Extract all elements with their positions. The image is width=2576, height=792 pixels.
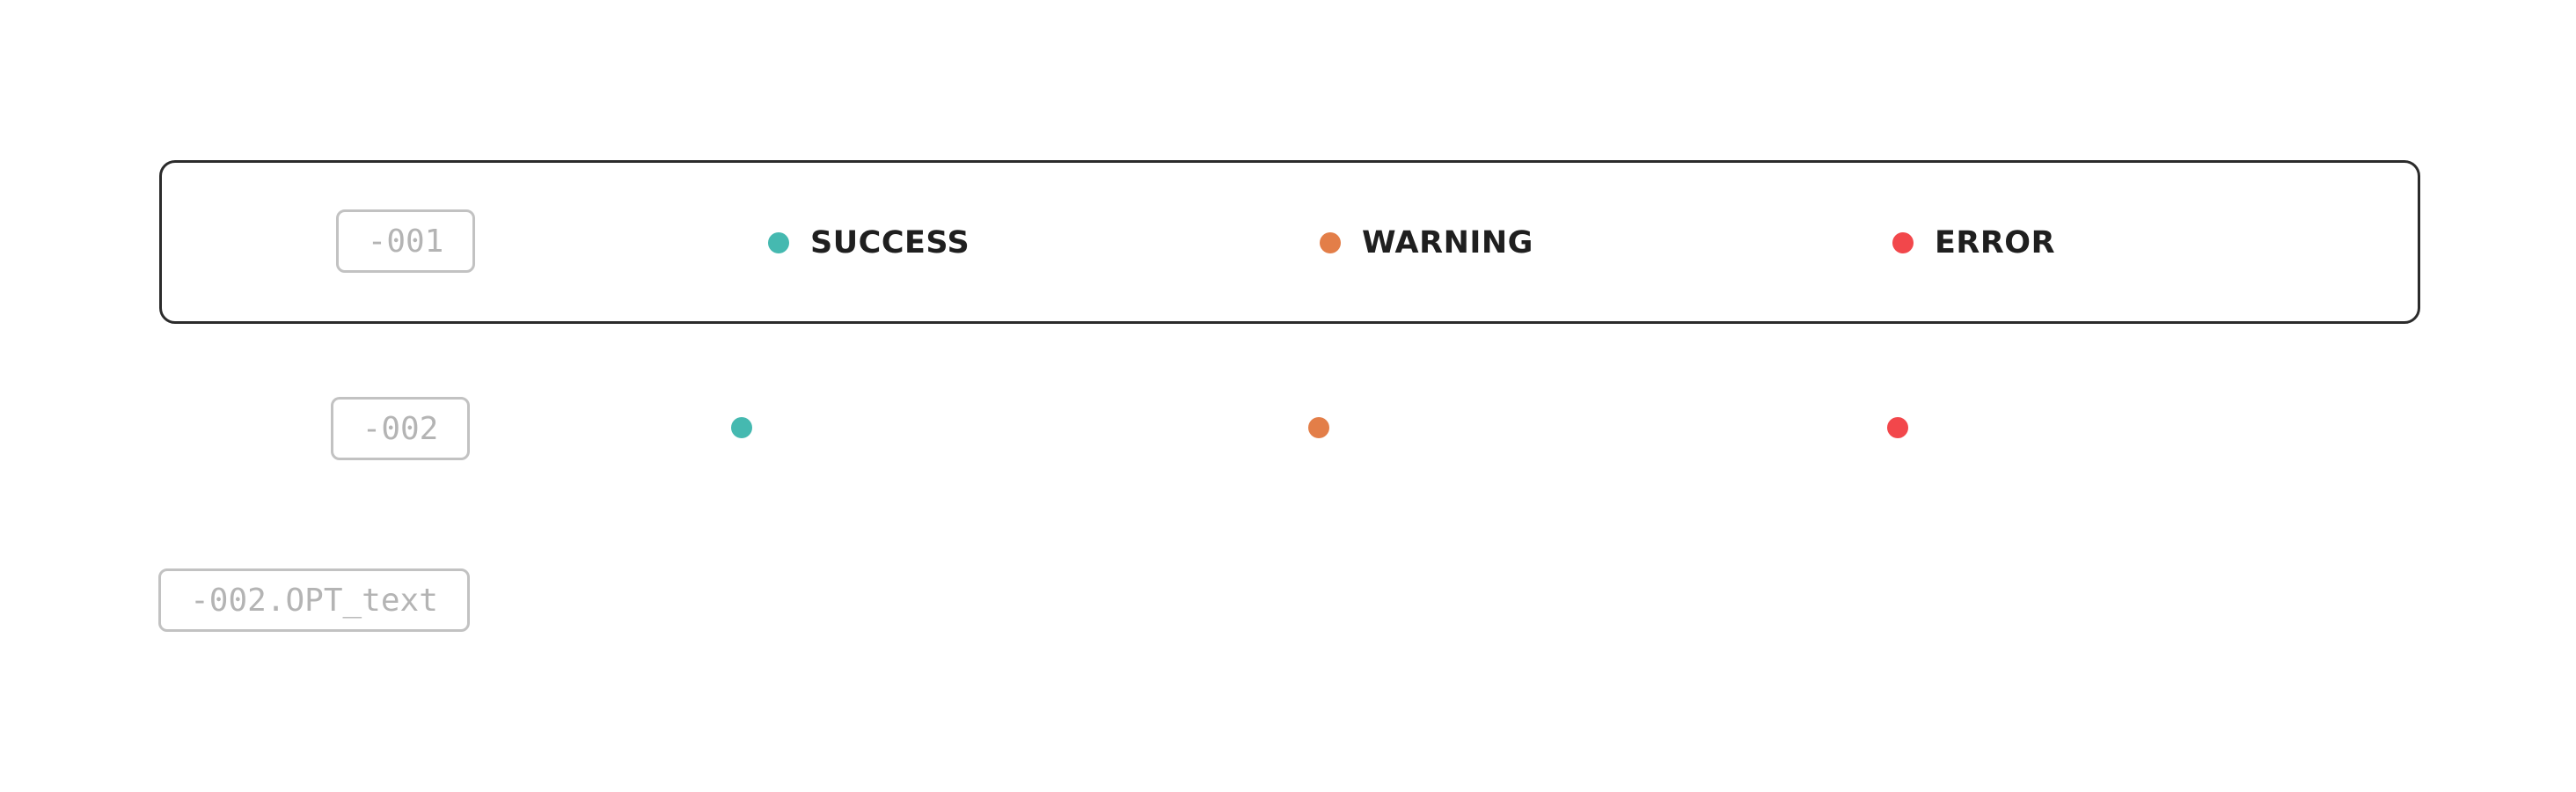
variant-tag-001: -001 [336, 209, 475, 273]
status-error[interactable]: ERROR [1892, 225, 2055, 260]
success-dot-icon[interactable] [731, 417, 752, 438]
success-dot-icon [768, 232, 789, 253]
error-dot-icon[interactable] [1887, 417, 1908, 438]
variant-tag-002: -002 [331, 397, 470, 460]
status-warning[interactable]: WARNING [1320, 225, 1533, 260]
status-success[interactable]: SUCCESS [768, 225, 970, 260]
variant-tag-002-opt-text: -002.OPT_text [158, 568, 470, 632]
status-warning-label: WARNING [1362, 225, 1533, 260]
warning-dot-icon[interactable] [1308, 417, 1329, 438]
warning-dot-icon [1320, 232, 1341, 253]
status-error-label: ERROR [1935, 225, 2056, 260]
canvas: -001 SUCCESS WARNING ERROR -002 -002.OPT… [0, 0, 2576, 792]
error-dot-icon [1892, 232, 1914, 253]
selected-variant-frame[interactable] [159, 160, 2420, 324]
status-success-label: SUCCESS [810, 225, 970, 260]
